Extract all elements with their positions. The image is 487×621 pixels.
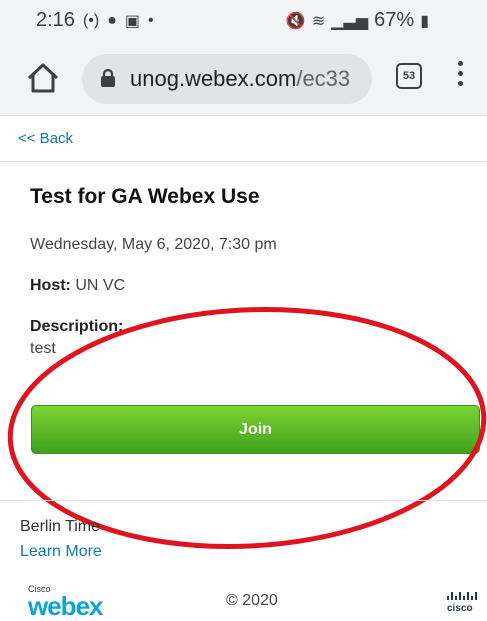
copyright-text: © 2020 (226, 592, 278, 609)
meeting-title: Test for GA Webex Use (30, 185, 260, 208)
back-link[interactable]: << Back (18, 130, 73, 147)
status-time: 2:16 (36, 9, 75, 31)
battery-percent: 67% (374, 9, 415, 31)
host-label: Host: (30, 277, 71, 294)
host-row: Host: UN VC (30, 277, 125, 295)
overflow-menu-icon[interactable] (455, 61, 465, 91)
browser-toolbar: unog.webex.com/ec33 53 (0, 42, 487, 116)
status-bar: 2:16 (•) ● ▣ • 🔇 ≋ ▁▃▅ 67% ▮ (0, 0, 487, 42)
battery-icon: ▮ (420, 12, 429, 30)
timezone-label: Berlin Time (20, 518, 101, 535)
cisco-logo-icon: cisco (447, 592, 477, 614)
url-text: unog.webex.com/ec33 (130, 66, 350, 92)
learn-more-link[interactable]: Learn More (20, 543, 102, 561)
broadcast-icon: (•) (82, 11, 100, 29)
url-path: /ec33 (296, 66, 351, 91)
divider (0, 161, 487, 162)
logo-word: webex (28, 591, 103, 621)
gallery-icon: ▣ (124, 12, 140, 30)
status-left: 2:16 (•) ● ▣ • (36, 9, 154, 32)
description-label: Description: (30, 318, 124, 335)
wifi-icon: ≋ (311, 12, 326, 30)
lock-icon (101, 69, 115, 87)
address-bar[interactable]: unog.webex.com/ec33 (82, 54, 372, 104)
host-value: UN VC (75, 277, 126, 294)
url-host: unog.webex.com (130, 66, 297, 91)
more-dot-icon: • (148, 11, 154, 29)
divider (0, 500, 487, 501)
svg-text:cisco: cisco (447, 603, 473, 614)
status-right: 🔇 ≋ ▁▃▅ 67% ▮ (286, 9, 429, 32)
meeting-date: Wednesday, May 6, 2020, 7:30 pm (30, 236, 277, 253)
tab-switcher-button[interactable]: 53 (396, 63, 422, 89)
description-value: test (30, 340, 56, 357)
signal-icon: ▁▃▅ (331, 12, 369, 30)
notification-icon: ● (107, 11, 117, 29)
home-icon[interactable] (26, 62, 60, 94)
mute-icon: 🔇 (285, 12, 306, 30)
join-button[interactable]: Join (31, 405, 480, 454)
